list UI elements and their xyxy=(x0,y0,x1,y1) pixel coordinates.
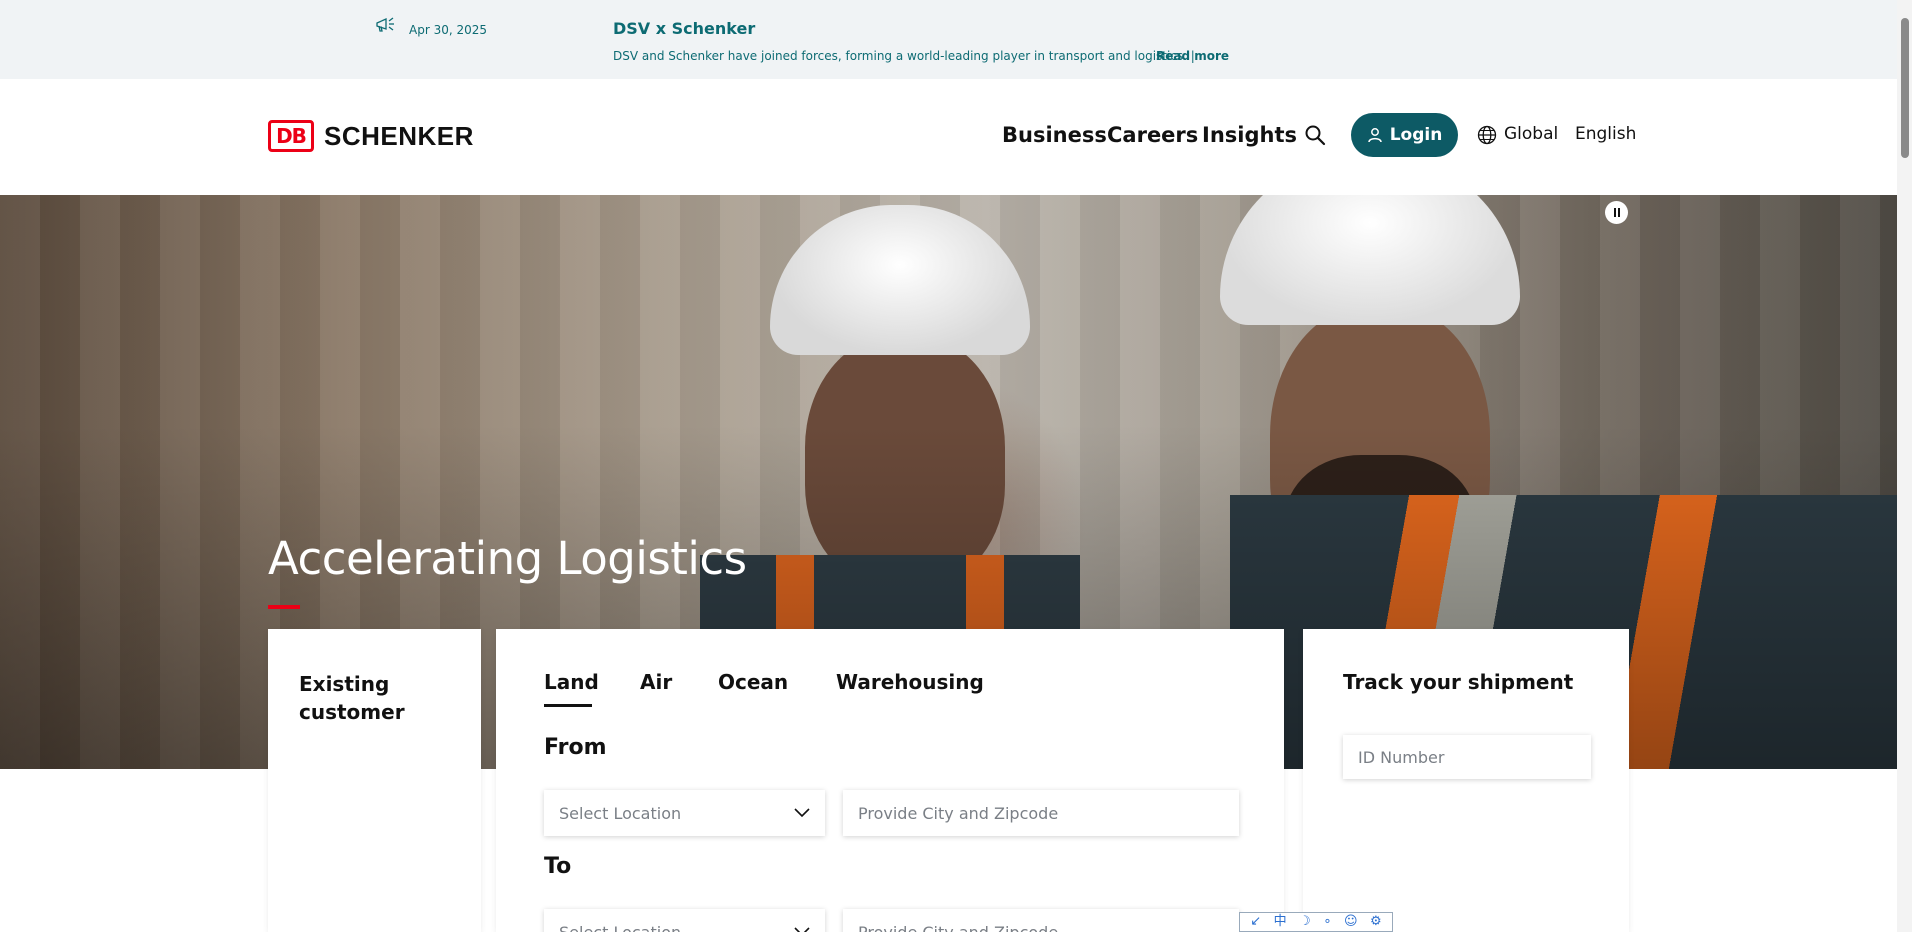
site-header: DB SCHENKER Business Careers Insights Lo… xyxy=(0,79,1897,195)
pause-bar-right xyxy=(1617,208,1620,217)
chevron-down-icon xyxy=(794,927,810,932)
from-location-placeholder: Select Location xyxy=(559,803,682,823)
to-city-placeholder: Provide City and Zipcode xyxy=(858,922,1059,932)
page: Apr 30, 2025 DSV x Schenker DSV and Sche… xyxy=(0,0,1912,932)
from-city-input[interactable]: Provide City and Zipcode xyxy=(843,790,1239,836)
megaphone-icon xyxy=(376,17,394,32)
vertical-scrollbar[interactable] xyxy=(1897,0,1912,932)
tab-land[interactable]: Land xyxy=(544,670,599,694)
pause-video-button[interactable] xyxy=(1605,201,1628,224)
pause-bar-left xyxy=(1613,208,1616,217)
tracking-id-placeholder: ID Number xyxy=(1358,747,1445,767)
tracking-card: Track your shipment ID Number xyxy=(1303,629,1629,932)
quote-card: Land Air Ocean Warehousing From Select L… xyxy=(496,629,1284,932)
db-schenker-logo[interactable]: DB SCHENKER xyxy=(268,120,474,152)
language-selector[interactable]: English xyxy=(1575,124,1636,144)
announcement-bar: Apr 30, 2025 DSV x Schenker DSV and Sche… xyxy=(0,0,1897,79)
tracking-id-input[interactable]: ID Number xyxy=(1343,735,1591,779)
login-button[interactable]: Login xyxy=(1351,113,1458,157)
announcement-headline[interactable]: DSV x Schenker xyxy=(613,19,755,38)
nav-careers[interactable]: Careers xyxy=(1107,123,1198,147)
floating-toolbar: ↙ 中 ☽ ∘ ☺ ⚙ xyxy=(1239,912,1393,932)
existing-customer-title: Existing customer xyxy=(299,672,405,724)
tracking-title: Track your shipment xyxy=(1343,670,1574,694)
nav-insights[interactable]: Insights xyxy=(1202,123,1297,147)
from-label: From xyxy=(544,735,607,760)
existing-customer-card[interactable]: Existing customer xyxy=(268,629,481,932)
to-location-select[interactable]: Select Location xyxy=(544,909,825,932)
hero-title-underline xyxy=(268,605,300,609)
toolbar-moon-icon[interactable]: ☽ xyxy=(1299,913,1311,931)
scrollbar-thumb[interactable] xyxy=(1901,18,1909,158)
search-icon[interactable] xyxy=(1304,124,1326,146)
to-location-placeholder: Select Location xyxy=(559,922,682,932)
hero-title: Accelerating Logistics xyxy=(268,532,747,585)
brand-name: SCHENKER xyxy=(324,120,474,151)
toolbar-gear-icon[interactable]: ⚙ xyxy=(1370,913,1382,931)
toolbar-dots-icon[interactable]: ∘ xyxy=(1323,913,1331,931)
tab-ocean[interactable]: Ocean xyxy=(718,670,788,694)
announcement-description: DSV and Schenker have joined forces, for… xyxy=(613,49,1195,63)
to-label: To xyxy=(544,854,572,879)
db-logo-mark: DB xyxy=(268,120,314,152)
from-location-select[interactable]: Select Location xyxy=(544,790,825,836)
region-selector[interactable]: Global xyxy=(1504,124,1558,144)
toolbar-smile-icon[interactable]: ☺ xyxy=(1344,913,1358,931)
login-label: Login xyxy=(1389,125,1443,145)
globe-icon xyxy=(1477,125,1497,145)
read-more-link[interactable]: Read more xyxy=(1156,49,1229,63)
nav-business[interactable]: Business xyxy=(1002,123,1107,147)
user-icon xyxy=(1367,128,1382,143)
tab-warehousing[interactable]: Warehousing xyxy=(836,670,984,694)
from-city-placeholder: Provide City and Zipcode xyxy=(858,803,1059,823)
toolbar-resize-icon[interactable]: ↙ xyxy=(1250,913,1261,931)
active-tab-indicator xyxy=(544,704,592,707)
tab-air[interactable]: Air xyxy=(640,670,672,694)
to-city-input[interactable]: Provide City and Zipcode xyxy=(843,909,1239,932)
toolbar-chinese-icon[interactable]: 中 xyxy=(1274,913,1287,931)
chevron-down-icon xyxy=(794,808,810,818)
announcement-date: Apr 30, 2025 xyxy=(409,23,488,37)
